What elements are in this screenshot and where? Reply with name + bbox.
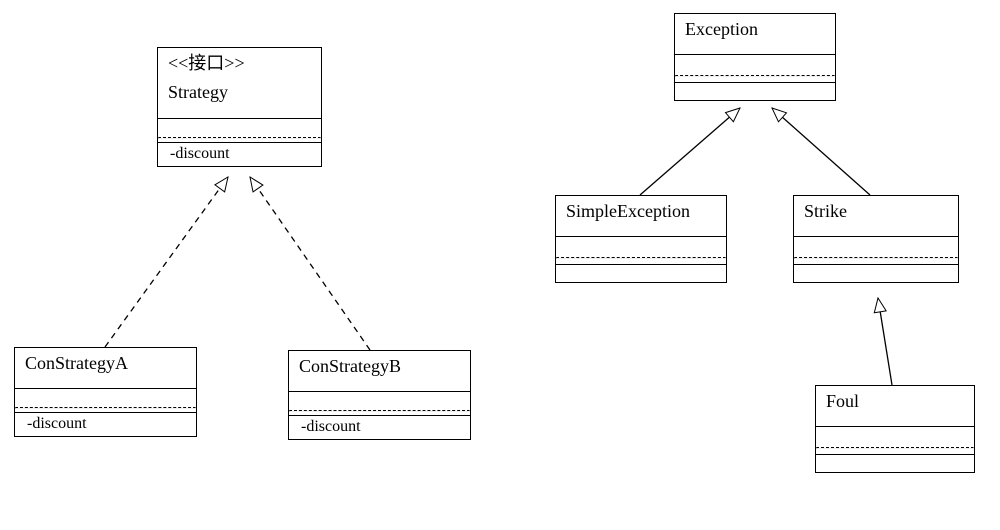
class-foul: Foul [815,385,975,473]
class-title: Exception [675,14,835,54]
class-name: Foul [826,391,859,411]
class-name: SimpleException [566,201,690,221]
class-strategy: <<接口>> Strategy -discount [157,47,322,167]
operations-compartment [556,264,726,282]
operations-compartment [816,454,974,472]
operation-label: -discount [170,145,230,162]
stereotype-label: <<接口>> [168,52,311,75]
realization-a-to-strategy [105,177,228,347]
class-title: SimpleException [556,196,726,236]
attributes-compartment [158,118,321,142]
class-name: Strike [804,201,847,221]
class-strike: Strike [793,195,959,283]
generalization-strike-to-exception [772,108,870,195]
realization-b-to-strategy [250,177,370,350]
class-name: Exception [685,19,758,39]
operation-label: -discount [27,415,87,432]
class-name: Strategy [168,81,311,104]
class-title: Strike [794,196,958,236]
attributes-compartment [289,391,470,415]
attributes-compartment [794,236,958,264]
operations-compartment: -discount [158,142,321,166]
generalization-simpleexception-to-exception [640,108,740,195]
operations-compartment: -discount [15,412,196,436]
operations-compartment: -discount [289,415,470,439]
class-title: Foul [816,386,974,426]
class-name: ConStrategyB [299,356,401,376]
class-exception: Exception [674,13,836,101]
operations-compartment [794,264,958,282]
generalization-foul-to-strike [878,298,892,385]
class-title: ConStrategyA [15,348,196,388]
class-title: <<接口>> Strategy [158,48,321,118]
class-simple-exception: SimpleException [555,195,727,283]
class-title: ConStrategyB [289,351,470,391]
attributes-compartment [816,426,974,454]
class-con-strategy-b: ConStrategyB -discount [288,350,471,440]
class-con-strategy-a: ConStrategyA -discount [14,347,197,437]
attributes-compartment [15,388,196,412]
diagram-canvas: <<接口>> Strategy -discount ConStrategyA -… [0,0,1000,530]
operation-label: -discount [301,418,361,435]
attributes-compartment [675,54,835,82]
attributes-compartment [556,236,726,264]
class-name: ConStrategyA [25,353,128,373]
operations-compartment [675,82,835,100]
